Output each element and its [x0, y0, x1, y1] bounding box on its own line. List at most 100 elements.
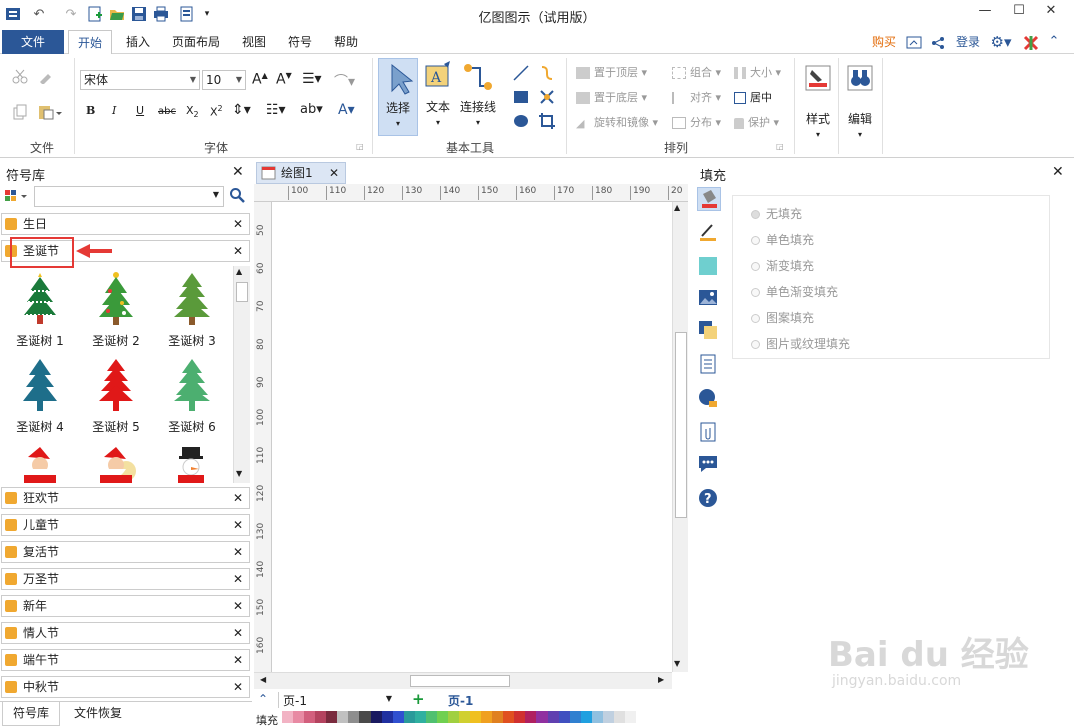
group-button[interactable]: 组合 ▾	[672, 64, 721, 80]
symbol-scrollbar[interactable]: ▲ ▼	[233, 266, 250, 483]
color-swatch[interactable]	[403, 711, 415, 723]
page-select[interactable]: 页-1 ▼	[278, 692, 396, 708]
format-painter-icon[interactable]	[38, 68, 54, 87]
color-swatch[interactable]	[514, 711, 526, 723]
category-close-icon[interactable]: ✕	[233, 488, 243, 508]
color-swatch[interactable]	[381, 711, 393, 723]
align-text-icon[interactable]: ☰▾	[302, 71, 322, 87]
library-menu-icon[interactable]	[4, 188, 32, 206]
color-swatch[interactable]	[481, 711, 493, 723]
category-close-icon[interactable]: ✕	[233, 569, 243, 589]
rotate-mirror-button[interactable]: ◢ 旋转和镜像 ▾	[576, 114, 658, 130]
font-dialog-launcher-icon[interactable]: ◲	[356, 142, 364, 151]
category-dragon-boat[interactable]: 端午节 ✕	[1, 649, 250, 671]
page-properties-icon[interactable]	[697, 353, 721, 377]
fill-option-single-gradient[interactable]: 单色渐变填充	[751, 283, 838, 300]
center-button[interactable]: 居中	[734, 89, 772, 105]
color-palette[interactable]	[282, 711, 636, 723]
tab-view[interactable]: 视图	[234, 30, 274, 54]
add-page-icon[interactable]: +	[412, 690, 425, 708]
color-swatch[interactable]	[492, 711, 504, 723]
symbol-santa-1[interactable]	[5, 445, 75, 483]
color-swatch[interactable]	[304, 711, 316, 723]
color-swatch[interactable]	[503, 711, 515, 723]
drawing-page[interactable]	[272, 202, 672, 672]
color-swatch[interactable]	[293, 711, 305, 723]
color-swatch[interactable]	[392, 711, 404, 723]
text-color-highlight-icon[interactable]: ab▾	[300, 102, 323, 117]
fill-option-none[interactable]: 无填充	[751, 205, 802, 222]
symbol-snowman[interactable]	[157, 445, 227, 483]
login-link[interactable]: 登录	[952, 30, 984, 54]
strikethrough-icon[interactable]: abc	[158, 106, 176, 117]
close-button[interactable]: ✕	[1036, 3, 1066, 23]
bring-to-front-button[interactable]: 置于顶层 ▾	[576, 64, 647, 80]
settings-gear-icon[interactable]: ⚙▾	[988, 30, 1014, 54]
ellipse-tool-icon[interactable]	[512, 112, 530, 133]
shadow-tool-icon[interactable]	[697, 255, 721, 279]
curve-tool-icon[interactable]	[538, 64, 556, 85]
symbol-santa-2[interactable]	[81, 445, 151, 483]
color-swatch[interactable]	[470, 711, 482, 723]
document-tab[interactable]: 绘图1 ✕	[256, 162, 346, 184]
color-swatch[interactable]	[459, 711, 471, 723]
minimize-button[interactable]: —	[970, 3, 1000, 23]
symbol-tree-1[interactable]: 圣诞树 1	[5, 271, 75, 349]
copy-icon[interactable]	[12, 104, 28, 123]
canvas-vscroll-thumb[interactable]	[675, 332, 687, 518]
bullets-icon[interactable]: ☷▾	[266, 102, 286, 118]
color-swatch[interactable]	[536, 711, 548, 723]
canvas-hscroll-thumb[interactable]	[410, 675, 510, 687]
fill-option-gradient[interactable]: 渐变填充	[751, 257, 814, 274]
size-button[interactable]: 大小 ▾	[734, 64, 781, 80]
maximize-button[interactable]: ☐	[1004, 3, 1034, 23]
comment-icon[interactable]	[697, 453, 721, 477]
symbol-tree-5[interactable]: 圣诞树 5	[81, 357, 151, 435]
line-spacing-icon[interactable]: ⇕▾	[232, 102, 251, 118]
superscript-icon[interactable]: X2	[210, 104, 223, 119]
category-valentines[interactable]: 情人节 ✕	[1, 622, 250, 644]
color-swatch[interactable]	[569, 711, 581, 723]
category-new-year[interactable]: 新年 ✕	[1, 595, 250, 617]
underline-icon[interactable]: U	[136, 104, 144, 117]
hyperlink-icon[interactable]	[697, 387, 721, 411]
subscript-icon[interactable]: X2	[186, 104, 199, 119]
canvas-horizontal-scrollbar[interactable]: ◀ ▶	[254, 672, 672, 689]
paste-icon[interactable]	[38, 104, 62, 123]
tab-help[interactable]: 帮助	[326, 30, 366, 54]
layers-tool-icon[interactable]	[697, 319, 721, 343]
fill-panel-close-icon[interactable]: ✕	[1052, 164, 1064, 180]
category-close-icon[interactable]: ✕	[233, 241, 243, 261]
category-easter[interactable]: 复活节 ✕	[1, 541, 250, 563]
bold-icon[interactable]: B	[86, 104, 95, 117]
scroll-up-icon[interactable]: ▲	[236, 267, 242, 276]
cross-point-icon[interactable]	[538, 88, 556, 109]
symbol-tree-3[interactable]: 圣诞树 3	[157, 271, 227, 349]
tab-file[interactable]: 文件	[2, 30, 64, 54]
tab-layout[interactable]: 页面布局	[166, 30, 226, 54]
share-icon[interactable]	[928, 30, 948, 54]
fill-tool-icon[interactable]	[697, 187, 721, 211]
page-nav-up-icon[interactable]: ⌃	[258, 692, 268, 706]
fill-option-pattern[interactable]: 图案填充	[751, 309, 814, 326]
category-close-icon[interactable]: ✕	[233, 596, 243, 616]
color-swatch[interactable]	[282, 711, 294, 723]
arrange-dialog-launcher-icon[interactable]: ◲	[776, 142, 784, 151]
library-close-icon[interactable]: ✕	[232, 164, 244, 180]
buy-link[interactable]: 购买	[866, 30, 902, 54]
line-tool-icon[interactable]	[512, 64, 530, 85]
font-name-select[interactable]: 宋体 ▼	[80, 70, 200, 90]
cut-icon[interactable]	[12, 68, 28, 87]
fill-option-picture[interactable]: 图片或纹理填充	[751, 335, 850, 352]
category-carnival[interactable]: 狂欢节 ✕	[1, 487, 250, 509]
canvas-vertical-scrollbar[interactable]: ▲ ▼	[672, 202, 688, 672]
color-swatch[interactable]	[436, 711, 448, 723]
symbol-tree-4[interactable]: 圣诞树 4	[5, 357, 75, 435]
attachment-icon[interactable]	[697, 421, 721, 445]
color-swatch[interactable]	[580, 711, 592, 723]
color-swatch[interactable]	[525, 711, 537, 723]
category-childrens-day[interactable]: 儿童节 ✕	[1, 514, 250, 536]
line-style-icon[interactable]: ⌒▾	[334, 71, 355, 91]
category-close-icon[interactable]: ✕	[233, 650, 243, 670]
category-close-icon[interactable]: ✕	[233, 542, 243, 562]
